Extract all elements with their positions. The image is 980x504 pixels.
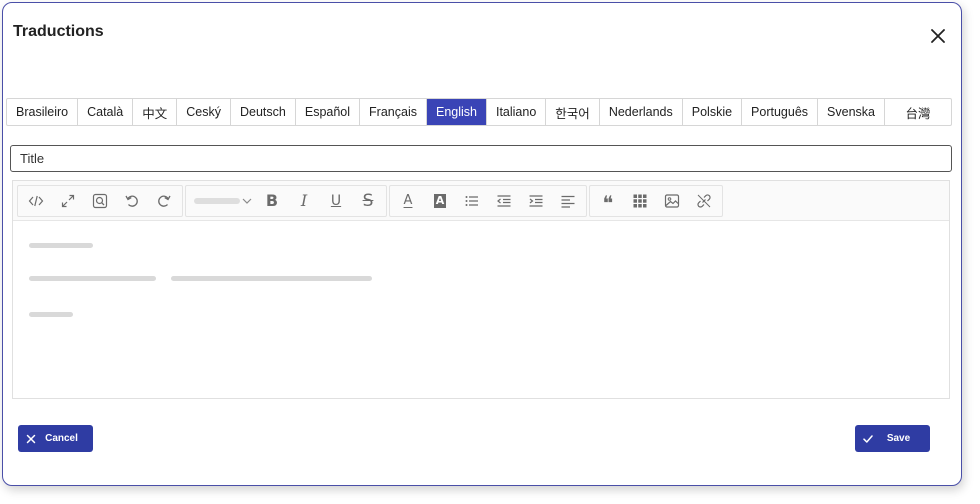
table-icon [633, 194, 647, 207]
underline-button[interactable]: U [320, 186, 352, 216]
chevron-down-icon [242, 198, 252, 204]
tab-language[interactable]: Português [742, 99, 819, 125]
tab-language[interactable]: Français [360, 99, 427, 125]
content-placeholder-line [29, 276, 156, 281]
close-icon [26, 434, 36, 443]
editor-content-area[interactable] [13, 221, 949, 398]
cancel-label: Cancel [45, 433, 78, 444]
image-button[interactable] [656, 186, 688, 216]
bold-button[interactable]: B [256, 186, 288, 216]
close-button[interactable] [927, 25, 949, 47]
check-icon [863, 434, 873, 443]
code-view-button[interactable] [20, 186, 52, 216]
tab-language[interactable]: 한국어 [546, 99, 600, 125]
italic-icon: I [300, 191, 308, 210]
rich-text-editor[interactable]: B I U S A A ❝ [12, 180, 950, 399]
outdent-button[interactable] [488, 186, 520, 216]
undo-icon [125, 195, 138, 207]
bold-icon: B [265, 191, 279, 210]
dialog-title: Traductions [13, 23, 104, 40]
preview-button[interactable] [84, 186, 116, 216]
tab-language[interactable]: Ceský [177, 99, 231, 125]
image-icon [664, 193, 680, 208]
unlink-button[interactable] [688, 186, 720, 216]
save-label: Save [886, 433, 911, 444]
fullscreen-icon [61, 194, 75, 207]
tab-language[interactable]: Nederlands [600, 99, 683, 125]
toolbar-group-paragraph: A A [389, 184, 587, 217]
redo-button[interactable] [148, 186, 180, 216]
cancel-button[interactable]: Cancel [18, 425, 93, 452]
font-color-icon: A [403, 193, 413, 208]
strikethrough-icon: S [362, 190, 374, 211]
font-color-button[interactable]: A [392, 186, 424, 216]
tab-language[interactable]: Español [296, 99, 361, 125]
redo-icon [158, 195, 171, 207]
content-placeholder-line [29, 312, 73, 317]
toolbar-group-format: B I U S [185, 184, 387, 217]
toolbar-group-view [17, 184, 183, 217]
undo-button[interactable] [116, 186, 148, 216]
content-placeholder-line [29, 243, 93, 248]
tab-language[interactable]: Polskie [683, 99, 743, 125]
table-button[interactable] [624, 186, 656, 216]
tab-language[interactable]: Svenska [818, 99, 885, 125]
content-placeholder-line [171, 276, 372, 281]
align-left-icon [561, 195, 575, 208]
code-view-icon [28, 195, 44, 206]
tab-language[interactable]: 台灣 [885, 99, 951, 125]
unordered-list-button[interactable] [456, 186, 488, 216]
tab-language[interactable]: Italiano [487, 99, 547, 125]
font-family-select[interactable] [188, 186, 256, 216]
underline-icon: U [330, 192, 342, 209]
italic-button[interactable]: I [288, 186, 320, 216]
tab-language[interactable]: Brasileiro [7, 99, 79, 125]
tab-language[interactable]: Català [78, 99, 134, 125]
toolbar-group-insert: ❝ [589, 184, 723, 217]
highlight-color-icon: A [433, 193, 447, 208]
highlight-color-button[interactable]: A [424, 186, 456, 216]
outdent-icon [497, 194, 511, 207]
unlink-icon [697, 193, 711, 208]
tab-language[interactable]: Deutsch [231, 99, 296, 125]
fullscreen-button[interactable] [52, 186, 84, 216]
blockquote-icon: ❝ [602, 190, 614, 215]
blockquote-button[interactable]: ❝ [592, 186, 624, 216]
font-family-placeholder [194, 197, 240, 204]
unordered-list-icon [465, 195, 478, 206]
indent-button[interactable] [520, 186, 552, 216]
title-input[interactable] [10, 145, 952, 172]
strikethrough-button[interactable]: S [352, 186, 384, 216]
save-button[interactable]: Save [855, 425, 930, 452]
tab-language[interactable]: English [426, 99, 487, 125]
close-icon [931, 29, 945, 43]
language-tabs: Brasileiro Català 中文 Ceský Deutsch Español Fra… [6, 98, 952, 126]
indent-icon [529, 194, 543, 207]
editor-toolbar: B I U S A A ❝ [13, 181, 949, 221]
preview-icon [92, 193, 108, 208]
tab-language[interactable]: 中文 [133, 99, 178, 125]
align-left-button[interactable] [552, 186, 584, 216]
